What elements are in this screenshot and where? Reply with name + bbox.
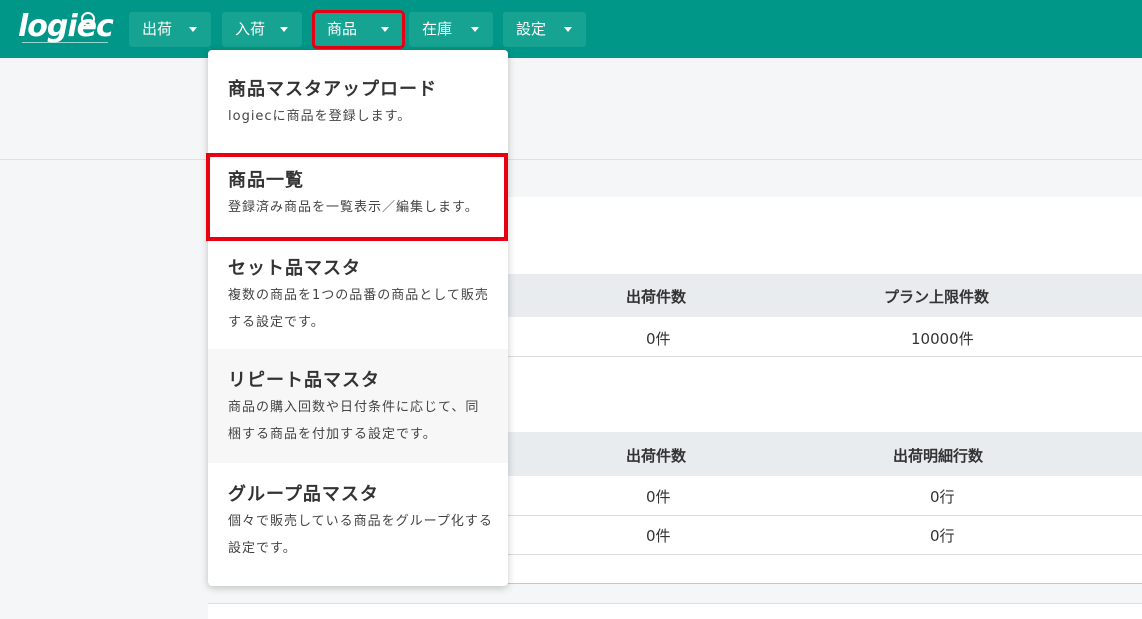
nav-settings-label: 設定 <box>516 20 547 38</box>
menu-item-repeat-product-master[interactable]: リピート品マスタ 商品の購入回数や日付条件に応じて、同梱する商品を付加する設定で… <box>208 349 508 463</box>
logiec-logo[interactable]: logiec <box>18 9 114 46</box>
menu-item-title: グループ品マスタ <box>228 484 379 505</box>
nav-settings-button[interactable]: 設定 <box>503 12 586 47</box>
nav-products-label: 商品 <box>327 20 358 38</box>
menu-item-description: 複数の商品を1つの品番の商品として販売する設定です。 <box>228 288 489 330</box>
highlight-box <box>206 153 508 241</box>
next-card <box>208 603 1142 619</box>
menu-item-title: 商品マスタアップロード <box>228 79 437 100</box>
products-dropdown-menu: 商品マスタアップロード logiecに商品を登録します。 商品一覧 登録済み商品… <box>208 50 508 586</box>
nav-receiving-button[interactable]: 入荷 <box>222 12 302 47</box>
menu-item-title: リピート品マスタ <box>228 370 380 391</box>
table2-header-detail-lines: 出荷明細行数 <box>893 447 984 465</box>
table2-cell-shipments: 0件 <box>646 488 671 506</box>
menu-item-group-product-master[interactable]: グループ品マスタ 個々で販売している商品をグループ化する設定です。 <box>208 463 508 581</box>
menu-item-set-product-master[interactable]: セット品マスタ 複数の商品を1つの品番の商品として販売する設定です。 <box>208 241 508 349</box>
table1-header-plan-limit: プラン上限件数 <box>884 288 990 306</box>
logo-text: logiec <box>18 9 114 44</box>
menu-item-title: セット品マスタ <box>228 258 361 279</box>
top-nav-bar: logiec 出荷 入荷 商品 在庫 設定 <box>0 0 1142 58</box>
menu-item-description: 商品の購入回数や日付条件に応じて、同梱する商品を付加する設定です。 <box>228 400 480 442</box>
caret-down-icon <box>280 27 288 32</box>
caret-down-icon <box>189 27 197 32</box>
caret-down-icon <box>381 27 389 32</box>
table2-header-shipments: 出荷件数 <box>626 447 687 465</box>
table1-cell-plan-limit: 10000件 <box>911 330 974 348</box>
nav-products-button[interactable]: 商品 <box>312 10 405 49</box>
caret-down-icon <box>471 27 479 32</box>
nav-shipping-label: 出荷 <box>142 20 173 38</box>
divider <box>0 159 1142 160</box>
menu-item-description: 個々で販売している商品をグループ化する設定です。 <box>228 514 493 556</box>
table2-cell-detail-lines: 0行 <box>930 527 955 545</box>
nav-inventory-button[interactable]: 在庫 <box>409 12 493 47</box>
caret-down-icon <box>564 27 572 32</box>
table1-cell-shipments: 0件 <box>646 330 671 348</box>
table1-header-shipments: 出荷件数 <box>626 288 687 306</box>
menu-item-product-master-upload[interactable]: 商品マスタアップロード logiecに商品を登録します。 <box>208 50 508 144</box>
table2-cell-shipments: 0件 <box>646 527 671 545</box>
nav-shipping-button[interactable]: 出荷 <box>129 12 211 47</box>
table2-cell-detail-lines: 0行 <box>930 488 955 506</box>
nav-receiving-label: 入荷 <box>235 20 266 38</box>
logo-gear-icon <box>81 12 95 26</box>
nav-inventory-label: 在庫 <box>422 20 453 38</box>
menu-item-description: logiecに商品を登録します。 <box>228 109 412 124</box>
logo-tagline-line <box>22 42 108 46</box>
